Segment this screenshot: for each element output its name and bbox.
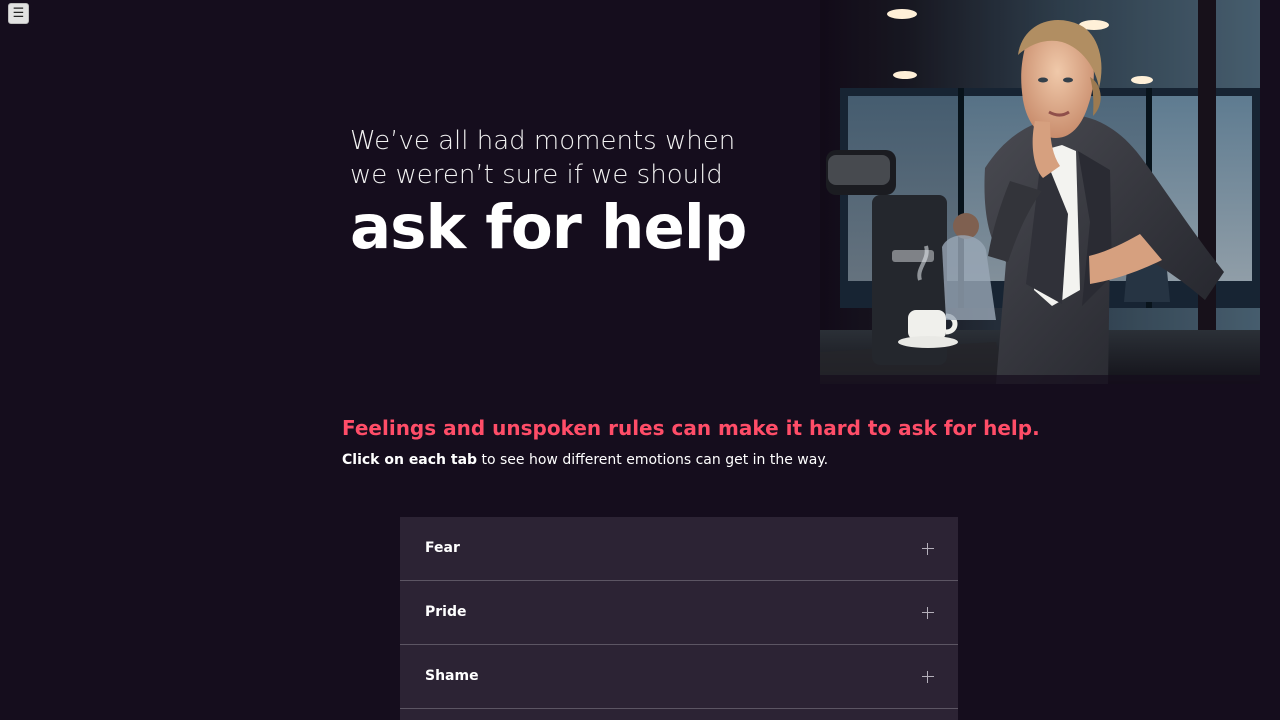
plus-icon xyxy=(922,670,934,683)
hero-copy: We’ve all had moments when we weren’t su… xyxy=(350,124,780,260)
section-title: Feelings and unspoken rules can make it … xyxy=(342,416,1040,440)
saucer xyxy=(898,336,958,348)
hopper-glass xyxy=(828,155,890,185)
ceiling-light-3 xyxy=(893,71,917,79)
office-scene-image xyxy=(820,0,1260,384)
foreground-frame xyxy=(1198,0,1216,384)
subtitle-text: to see how different emotions can get in… xyxy=(477,452,829,468)
right-eye xyxy=(1063,77,1073,83)
section-subtitle: Click on each tab to see how different e… xyxy=(342,450,1042,470)
hero-image xyxy=(820,0,1260,384)
accordion-label-pride: Pride xyxy=(425,603,467,620)
hero-line-1: We’ve all had moments when xyxy=(350,126,736,156)
accordion-label-fear: Fear xyxy=(425,539,460,556)
accordion-label-shame: Shame xyxy=(425,667,479,684)
plus-icon xyxy=(922,542,934,555)
plus-icon xyxy=(922,606,934,619)
menu-icon: ☰ xyxy=(12,6,25,21)
hero-emphasis: ask for help xyxy=(350,192,747,263)
accordion-item-fear[interactable]: Fear xyxy=(400,517,958,581)
left-eye xyxy=(1038,77,1048,83)
hero-line-2: we weren’t sure if we should xyxy=(350,160,723,190)
subtitle-emphasis: Click on each tab xyxy=(342,452,478,468)
background-person-head-1 xyxy=(953,213,979,239)
menu-button[interactable]: ☰ xyxy=(8,3,29,24)
emotion-accordion: Fear Pride Shame xyxy=(400,517,958,720)
ceiling-light-4 xyxy=(1131,76,1153,84)
image-bottom-fade xyxy=(820,375,1260,384)
page: ☰ We’ve all had moments when we weren’t … xyxy=(0,0,1280,720)
accordion-item-partial[interactable] xyxy=(400,709,958,720)
coffee-cup xyxy=(908,310,946,340)
ceiling-light-1 xyxy=(887,9,917,19)
accordion-item-pride[interactable]: Pride xyxy=(400,581,958,645)
accordion-item-shame[interactable]: Shame xyxy=(400,645,958,709)
